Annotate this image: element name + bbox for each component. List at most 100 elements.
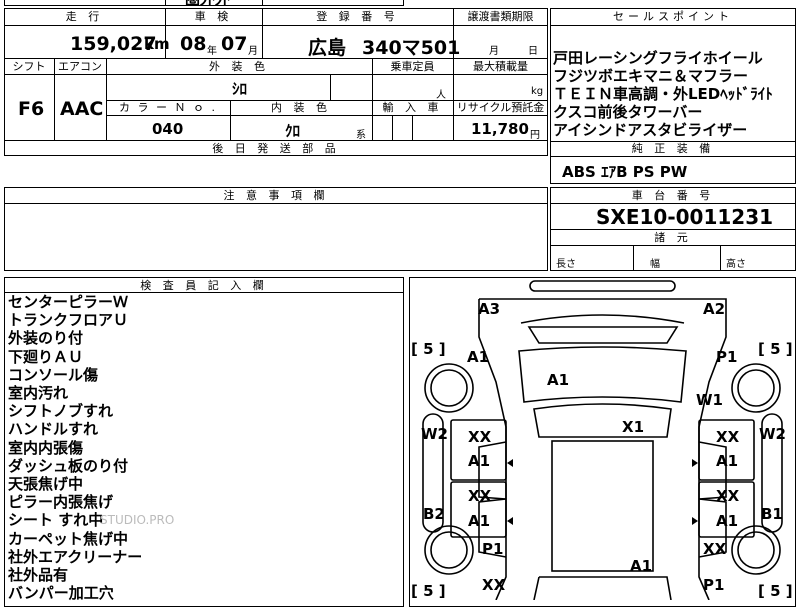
plate-region: 広島: [308, 37, 347, 59]
inspector-note: 社外エアクリーナー: [8, 547, 143, 566]
diagram-fender-left: A1: [467, 348, 490, 366]
plate-number: 340マ501: [362, 37, 461, 59]
recycle-value: 11,780: [471, 120, 529, 138]
mileage-header: 走 行: [65, 10, 104, 23]
color-no-header: カ ラ ー Ｎ ｏ .: [119, 101, 217, 114]
color-no-value: 040: [152, 120, 184, 138]
diagram-hood: A1: [547, 371, 570, 389]
selling-point: フジツボエキマニ＆マフラー: [553, 67, 749, 85]
diagram-left-rocker: B2: [423, 505, 445, 523]
capacity-header: 乗車定員: [390, 60, 435, 73]
dimensions-header: 諸 元: [654, 231, 692, 244]
selling-points-header: セールスポイント: [613, 10, 733, 23]
diagram-rear-right-door-a: XX: [716, 487, 740, 505]
diagram-rear-left-fender: P1: [482, 540, 504, 558]
diagram-front-right-door-b: A1: [716, 452, 739, 470]
selling-points-list: 戸田レーシングフライホイール フジツボエキマニ＆マフラー ＴＥＩＮ車高調・外LE…: [553, 49, 773, 139]
registration-header: 登 録 番 号: [316, 10, 399, 23]
selling-point: 戸田レーシングフライホイール: [553, 49, 763, 67]
inspector-note: 室内汚れ: [8, 384, 69, 403]
genuine-equipment-value: ABS ｴｱB PS PW: [562, 163, 688, 181]
selling-point: ＴＥＩＮ車高調・外LEDﾍｯﾄﾞﾗｲﾄ: [553, 85, 773, 103]
diagram-front-right-wheel: W1: [696, 391, 723, 409]
inspector-note: 下廻りＡＵ: [8, 347, 84, 366]
transfer-day-unit: 日: [528, 46, 538, 57]
max-load-header: 最大積載量: [473, 60, 528, 73]
later-parts-header: 後 日 発 送 部 品: [212, 142, 340, 155]
diagram-rear-right-door-b: A1: [716, 512, 739, 530]
main-info-table: [4, 8, 548, 156]
diagram-rear-right-fender: XX: [703, 540, 727, 558]
tire-fl-value: 5: [423, 340, 434, 358]
tire-rr-mark: [ 5 ]: [758, 582, 793, 600]
selling-point: アイシンドアスタビライザー: [553, 121, 748, 139]
ext-color-value: ｼﾛ: [232, 80, 248, 98]
diagram-front-right-corner: A2: [703, 300, 726, 318]
width-label: 幅: [650, 259, 660, 270]
notes-header: 注 意 事 項 欄: [223, 189, 329, 202]
inspector-note: 天張焦げ中: [8, 475, 84, 494]
inspector-note: カーペット焦げ中: [8, 529, 129, 548]
tire-fl-mark: [ 5 ]: [411, 340, 446, 358]
watermark-text: STUDIO.PRO: [100, 513, 175, 527]
tire-rr-value: 5: [770, 582, 781, 600]
transfer-deadline-header: 譲渡書類期限: [467, 10, 534, 23]
chassis-number: SXE10-0011231: [596, 205, 774, 229]
diagram-rear-left-door-b: A1: [468, 512, 491, 530]
diagram-rear-left-door-a: XX: [468, 487, 492, 505]
shift-value: F6: [18, 98, 45, 120]
selling-point: クスコ前後タワーバー: [553, 103, 703, 121]
diagram-roof: X1: [622, 418, 645, 436]
ac-header: エアコン: [58, 60, 102, 73]
interior-color-value: ｸﾛ: [285, 122, 301, 140]
inspector-note: トランクフロアＵ: [8, 311, 129, 330]
diagram-right-rocker: B1: [761, 505, 783, 523]
diagram-left-wheel-front: W2: [421, 425, 448, 443]
inspector-note: ダッシュ板のり付: [8, 456, 129, 475]
recycle-header: リサイクル預託金: [456, 101, 545, 114]
shift-header: シフト: [12, 60, 46, 73]
mileage-unit: km: [144, 35, 170, 53]
tire-fr-value: 5: [770, 340, 781, 358]
diagram-front-left-door-b: A1: [468, 452, 491, 470]
height-label: 高さ: [726, 259, 746, 270]
import-header: 輸 入 車: [382, 101, 443, 114]
diagram-rear-right-corner: P1: [703, 576, 725, 594]
tire-fr-mark: [ 5 ]: [758, 340, 793, 358]
inspector-note: 社外品有: [8, 566, 69, 585]
tire-rl-mark: [ 5 ]: [411, 582, 446, 600]
inspector-note: コンソール傷: [8, 365, 99, 384]
inspection-header: 車 検: [194, 10, 233, 23]
chassis-header: 車 台 番 号: [631, 189, 715, 202]
ac-value: AAC: [60, 98, 104, 120]
inspector-note: 室内内張傷: [8, 438, 84, 457]
interior-color-header: 内 装 色: [271, 101, 331, 114]
ext-color-header: 外 装 色: [209, 60, 269, 73]
interior-color-unit: 系: [356, 130, 366, 141]
capacity-unit: 人: [436, 90, 446, 101]
inspection-year: 08: [180, 33, 207, 55]
diagram-fender-right: P1: [716, 348, 738, 366]
diagram-right-wheel-front: W2: [759, 425, 786, 443]
length-label: 長さ: [556, 259, 576, 270]
diagram-front-left-door-a: XX: [468, 428, 492, 446]
inspector-header: 検 査 員 記 入 欄: [140, 279, 268, 292]
inspector-notes-list: センターピラーＷ トランクフロアＵ 外装のり付 下廻りＡＵ コンソール傷 室内汚…: [8, 293, 142, 602]
diagram-front-left-corner: A3: [478, 300, 501, 318]
inspector-note: 外装のり付: [8, 329, 84, 348]
tire-rl-value: 5: [423, 582, 434, 600]
diagram-trunk: A1: [630, 557, 653, 575]
inspector-note: ピラー内張焦げ: [8, 493, 114, 512]
inspector-note: センターピラーＷ: [8, 293, 129, 311]
diagram-front-right-door-a: XX: [716, 428, 740, 446]
load-unit: kg: [531, 86, 544, 97]
genuine-equipment-header: 純 正 装 備: [631, 142, 715, 155]
transfer-month-unit: 月: [489, 46, 499, 57]
inspector-note: ハンドルすれ: [8, 420, 99, 439]
inspection-month-unit: 月: [248, 46, 258, 57]
diagram-rear-left-bottom: XX: [482, 576, 506, 594]
recycle-unit: 円: [530, 130, 540, 141]
inspection-month: 07: [221, 33, 248, 55]
inspection-year-unit: 年: [207, 46, 217, 57]
inspector-note: シフトノブすれ: [8, 402, 114, 421]
